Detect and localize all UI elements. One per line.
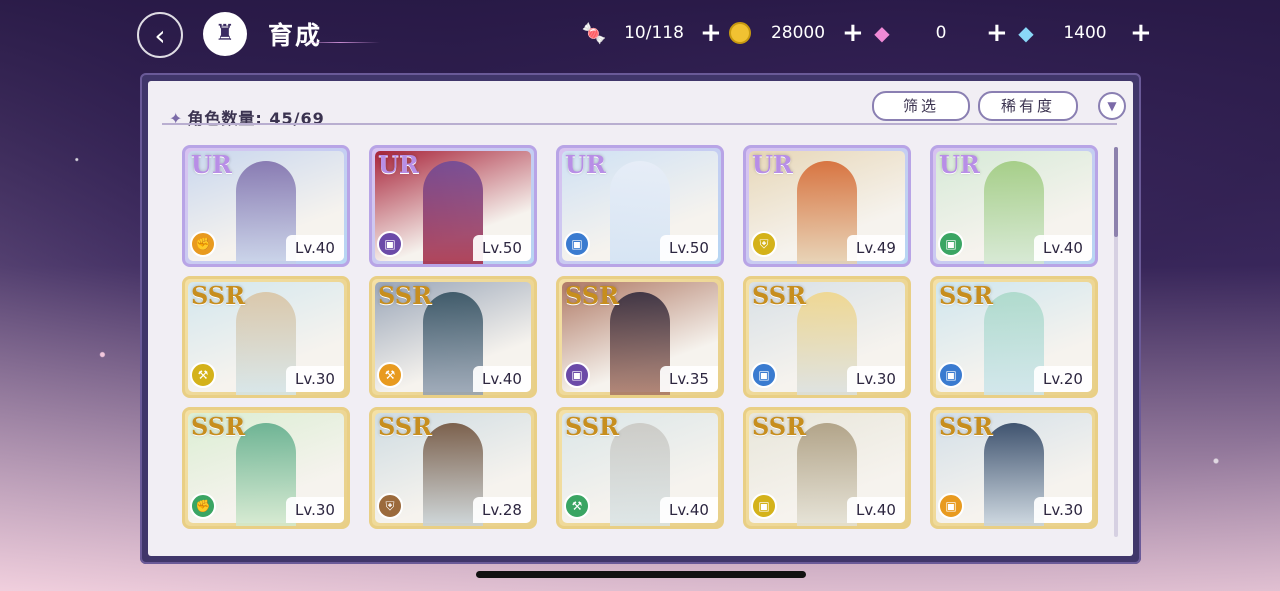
level-label: Lv.50 [473,235,531,261]
book-icon: ▣ [751,362,777,388]
rarity-badge: SSR [378,281,433,310]
character-card[interactable]: SSR ⚒ Lv.30 [182,276,350,398]
add-candy-button[interactable]: + [700,20,722,46]
header-divider [162,123,1117,125]
back-button[interactable]: ‹ [137,12,183,58]
character-card[interactable]: UR ▣ Lv.40 [930,145,1098,267]
character-card[interactable]: UR ▣ Lv.50 [369,145,537,267]
hammer-icon: ⚒ [564,493,590,519]
rarity-badge: SSR [939,412,994,441]
level-label: Lv.30 [1034,497,1092,523]
hammer-icon: ⚒ [377,362,403,388]
rarity-badge: UR [565,150,606,179]
book-icon: ▣ [938,231,964,257]
level-label: Lv.50 [660,235,718,261]
scrollbar-thumb[interactable] [1114,147,1118,237]
character-card[interactable]: SSR ▣ Lv.35 [556,276,724,398]
castle-home-icon: ♜ [215,21,235,46]
blue-gem-value: 1400 [1063,23,1107,43]
level-label: Lv.49 [847,235,905,261]
character-card[interactable]: SSR ⚒ Lv.40 [369,276,537,398]
rarity-badge: SSR [565,412,620,441]
blue-diamond-icon: ◆ [1018,21,1034,45]
pink-gem-value: 0 [935,23,947,43]
character-card[interactable]: SSR ✊ Lv.30 [182,407,350,529]
rarity-badge: SSR [191,412,246,441]
chevron-down-icon: ▼ [1107,99,1117,113]
rarity-badge: SSR [191,281,246,310]
character-card[interactable]: UR ▣ Lv.50 [556,145,724,267]
level-label: Lv.40 [473,366,531,392]
character-card[interactable]: UR ✊ Lv.40 [182,145,350,267]
rarity-badge: UR [191,150,232,179]
back-arrow-icon: ‹ [154,19,166,52]
level-label: Lv.40 [286,235,344,261]
gold-value: 28000 [770,23,826,43]
character-panel: ✦ 角色数量: 45/69 筛选 稀有度 ▼ UR ✊ Lv.40 UR ▣ Lv… [140,73,1141,564]
resource-candy: 🍬 10/118 + [580,18,722,48]
panel-inner: ✦ 角色数量: 45/69 筛选 稀有度 ▼ UR ✊ Lv.40 UR ▣ Lv… [148,81,1133,556]
level-label: Lv.40 [1034,235,1092,261]
book-icon: ▣ [564,362,590,388]
rarity-badge: UR [752,150,793,179]
hammer-icon: ⚒ [190,362,216,388]
character-card[interactable]: SSR ⛨ Lv.28 [369,407,537,529]
title-decoration [300,42,380,43]
character-card[interactable]: SSR ▣ Lv.40 [743,407,911,529]
add-pink-gem-button[interactable]: + [986,20,1008,46]
book-icon: ▣ [751,493,777,519]
book-icon: ▣ [564,231,590,257]
character-card[interactable]: SSR ▣ Lv.20 [930,276,1098,398]
level-label: Lv.30 [847,366,905,392]
fist-icon: ✊ [190,493,216,519]
character-card[interactable]: SSR ⚒ Lv.40 [556,407,724,529]
candy-value: 10/118 [624,23,684,43]
home-indicator [476,571,806,578]
shield-icon: ⛨ [377,493,403,519]
level-label: Lv.20 [1034,366,1092,392]
filter-button[interactable]: 筛选 [872,91,970,121]
shield-icon: ⛨ [751,231,777,257]
home-button[interactable]: ♜ [203,12,247,56]
sort-order-button[interactable]: ▼ [1098,92,1126,120]
rarity-badge: UR [378,150,419,179]
resource-gold: 28000 + [726,18,864,48]
level-label: Lv.40 [660,497,718,523]
pink-diamond-icon: ◆ [874,21,890,45]
rarity-badge: SSR [752,412,807,441]
page-title: 育成 [268,21,323,50]
fist-icon: ✊ [190,231,216,257]
rarity-sort-button[interactable]: 稀有度 [978,91,1078,121]
book-icon: ▣ [938,493,964,519]
add-gold-button[interactable]: + [842,20,864,46]
add-blue-gem-button[interactable]: + [1130,20,1152,46]
book-icon: ▣ [377,231,403,257]
resource-blue-gem: ◆ 1400 + [1012,18,1152,48]
top-bar: ‹ ♜ 育成 🍬 10/118 + 28000 + ◆ 0 + ◆ 1400 + [0,0,1280,70]
level-label: Lv.30 [286,497,344,523]
gold-coin-icon [726,21,754,45]
level-label: Lv.30 [286,366,344,392]
rarity-badge: SSR [939,281,994,310]
resource-pink-gem: ◆ 0 + [868,18,1008,48]
character-card[interactable]: SSR ▣ Lv.30 [743,276,911,398]
book-icon: ▣ [938,362,964,388]
character-count: ✦ 角色数量: 45/69 [169,109,325,128]
rarity-badge: SSR [752,281,807,310]
rarity-badge: SSR [378,412,433,441]
level-label: Lv.35 [660,366,718,392]
character-card[interactable]: UR ⛨ Lv.49 [743,145,911,267]
sparkle-icon: ✦ [169,109,184,128]
level-label: Lv.28 [473,497,531,523]
rarity-badge: SSR [565,281,620,310]
candy-icon: 🍬 [581,21,607,45]
rarity-badge: UR [939,150,980,179]
level-label: Lv.40 [847,497,905,523]
character-card[interactable]: SSR ▣ Lv.30 [930,407,1098,529]
